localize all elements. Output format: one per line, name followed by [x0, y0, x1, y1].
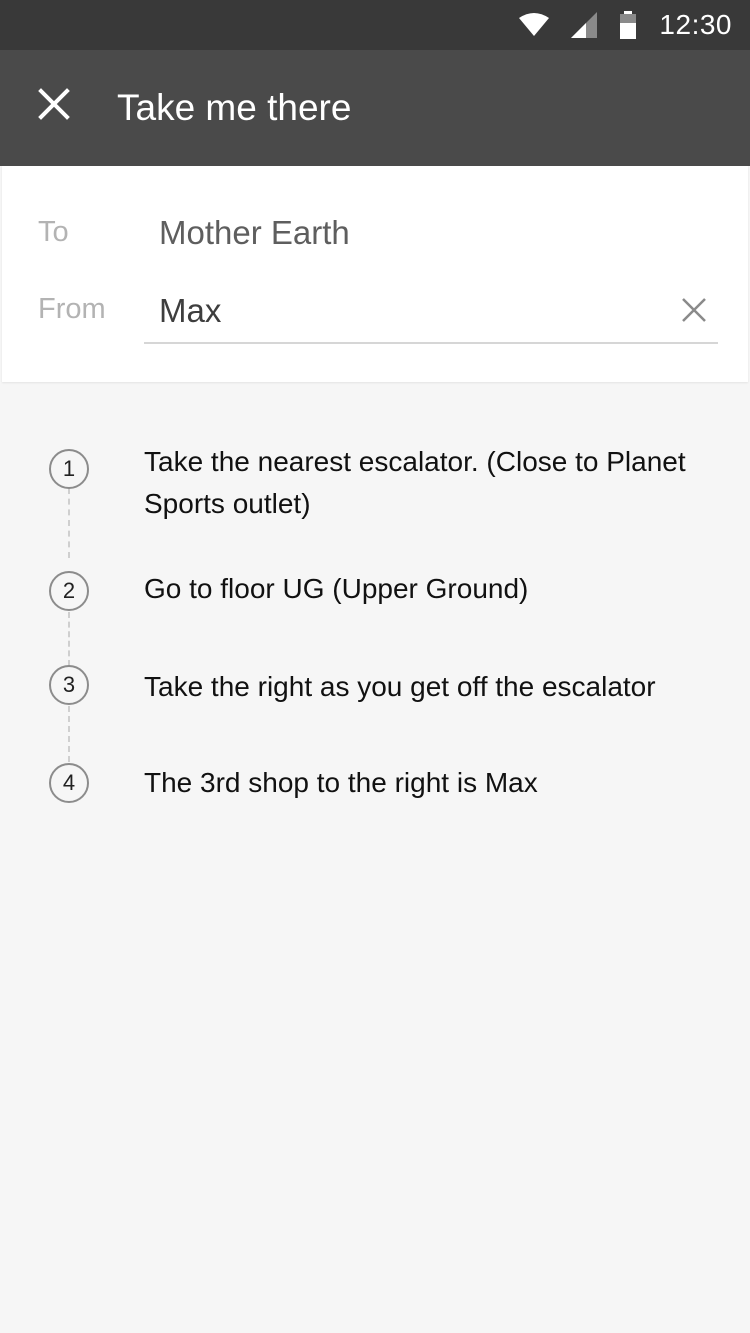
step-number: 3: [49, 665, 89, 705]
status-time: 12:30: [659, 9, 732, 40]
step-connector: [68, 488, 70, 558]
step-number: 2: [49, 571, 89, 611]
status-bar: 12:30: [0, 0, 750, 50]
app-bar: Take me there: [0, 50, 750, 166]
step-number: 4: [49, 763, 89, 803]
wifi-icon: [519, 13, 550, 37]
step-text: Take the right as you get off the escala…: [144, 671, 656, 702]
step-connector: [68, 706, 70, 762]
step-number: 1: [49, 449, 89, 489]
cell-signal-icon: [571, 12, 598, 38]
to-destination-value[interactable]: Mother Earth: [159, 214, 350, 252]
clear-icon: [681, 297, 707, 328]
step-connector: [68, 612, 70, 666]
battery-icon: [619, 11, 637, 39]
page-title: Take me there: [117, 87, 352, 128]
status-icons: 12:30: [519, 0, 732, 50]
to-label: To: [38, 216, 69, 248]
from-value: Max: [159, 292, 222, 329]
clear-from-button[interactable]: [678, 296, 710, 328]
from-field[interactable]: Max: [144, 276, 718, 344]
close-button[interactable]: [26, 78, 82, 134]
route-card: To Mother Earth From Max: [2, 166, 748, 382]
step-text: Go to floor UG (Upper Ground): [144, 573, 529, 604]
close-icon: [38, 87, 70, 125]
from-label: From: [38, 293, 106, 325]
step-text: The 3rd shop to the right is Max: [144, 767, 538, 798]
step-text: Take the nearest escalator. (Close to Pl…: [144, 446, 686, 519]
